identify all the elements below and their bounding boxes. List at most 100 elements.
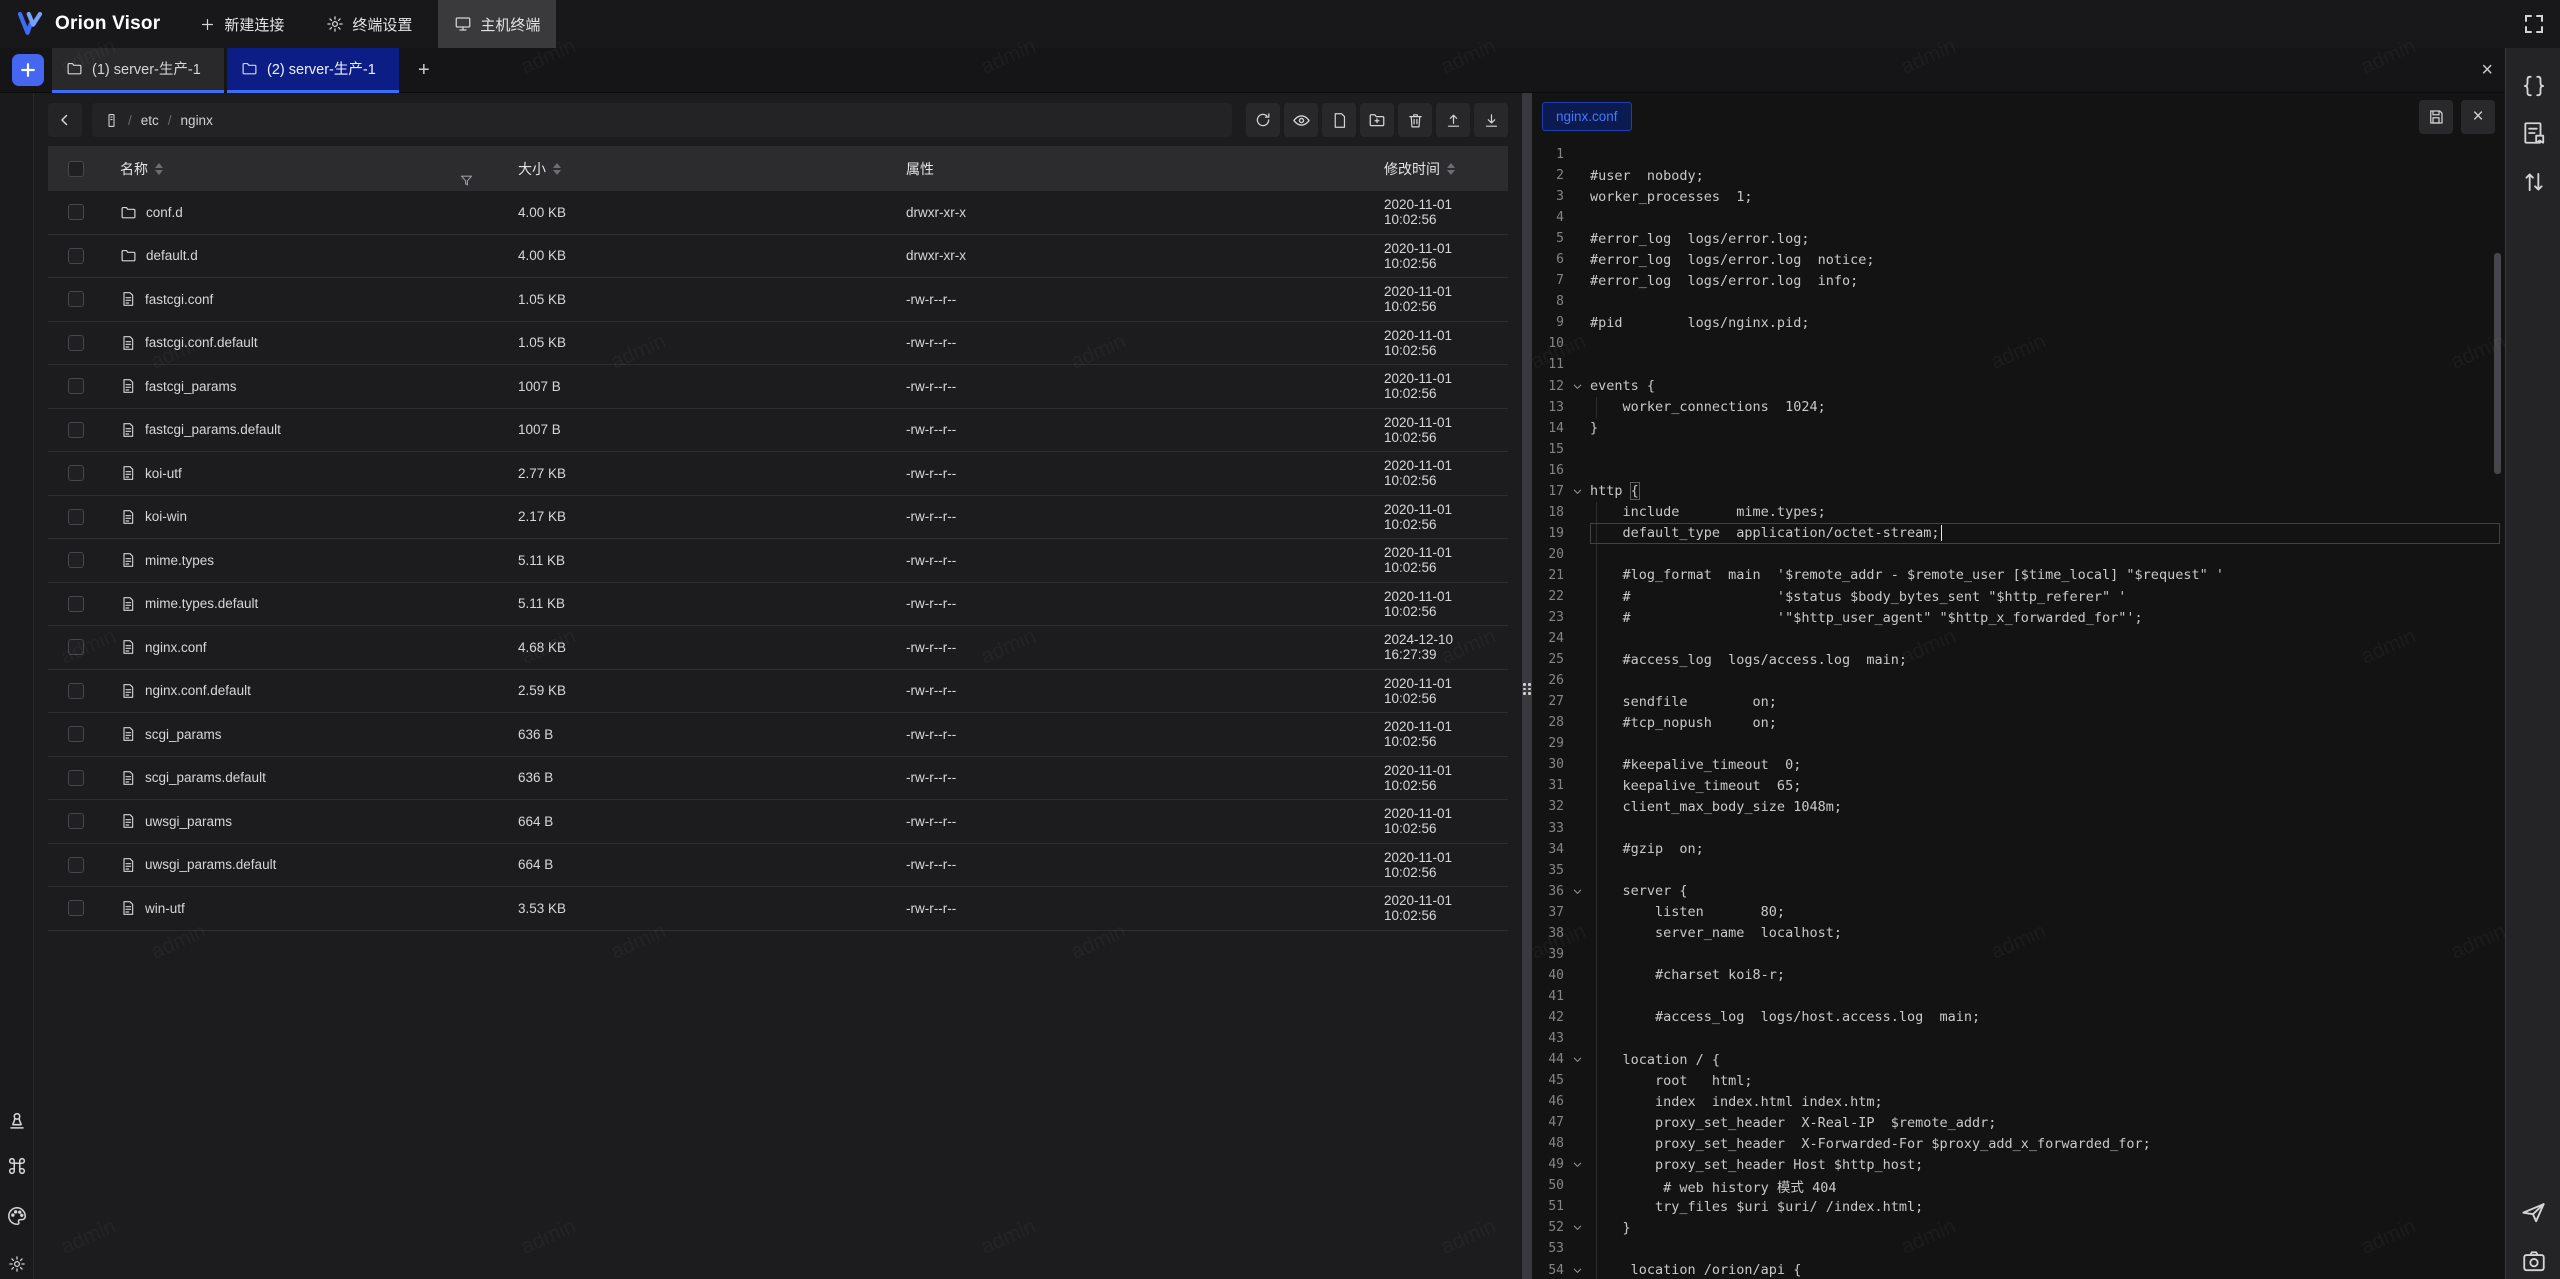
row-checkbox[interactable] <box>68 813 84 829</box>
code-line[interactable]: 15 <box>1532 439 2505 460</box>
fullscreen-icon[interactable] <box>2520 10 2548 38</box>
column-attrs[interactable]: 属性 <box>890 159 1368 179</box>
panel-splitter[interactable] <box>1522 93 1532 1279</box>
code-line[interactable]: 14} <box>1532 418 2505 439</box>
row-checkbox[interactable] <box>68 857 84 873</box>
fold-arrow-icon[interactable] <box>1564 1222 1590 1233</box>
table-row[interactable]: fastcgi.conf1.05 KB-rw-r--r--2020-11-01 … <box>48 278 1508 322</box>
table-row[interactable]: uwsgi_params.default664 B-rw-r--r--2020-… <box>48 844 1508 888</box>
row-checkbox[interactable] <box>68 770 84 786</box>
code-line[interactable]: 32 client_max_body_size 1048m; <box>1532 796 2505 817</box>
code-line[interactable]: 2#user nobody; <box>1532 165 2505 186</box>
menu-item-host-terminal[interactable]: 主机终端 <box>438 0 556 48</box>
table-row[interactable]: koi-win2.17 KB-rw-r--r--2020-11-01 10:02… <box>48 496 1508 540</box>
code-line[interactable]: 49 proxy_set_header Host $http_host; <box>1532 1154 2505 1175</box>
file-bookmark-icon[interactable] <box>2520 119 2547 146</box>
code-line[interactable]: 45 root html; <box>1532 1070 2505 1091</box>
code-line[interactable]: 1 <box>1532 144 2505 165</box>
gear-icon[interactable] <box>6 1253 28 1275</box>
code-line[interactable]: 9#pid logs/nginx.pid; <box>1532 312 2505 333</box>
code-line[interactable]: 42 #access_log logs/host.access.log main… <box>1532 1007 2505 1028</box>
fold-arrow-icon[interactable] <box>1564 486 1590 497</box>
file-name-cell[interactable]: mime.types.default <box>104 596 502 612</box>
fold-arrow-icon[interactable] <box>1564 1159 1590 1170</box>
file-name-cell[interactable]: nginx.conf <box>104 639 502 655</box>
code-line[interactable]: 44 location / { <box>1532 1049 2505 1070</box>
filter-icon[interactable] <box>459 173 474 188</box>
table-row[interactable]: fastcgi.conf.default1.05 KB-rw-r--r--202… <box>48 322 1508 366</box>
table-row[interactable]: uwsgi_params664 B-rw-r--r--2020-11-01 10… <box>48 800 1508 844</box>
column-size[interactable]: 大小 <box>502 159 890 179</box>
menu-item-terminal-settings[interactable]: 终端设置 <box>310 0 428 48</box>
code-line[interactable]: 18 include mime.types; <box>1532 502 2505 523</box>
row-checkbox[interactable] <box>68 726 84 742</box>
row-checkbox[interactable] <box>68 422 84 438</box>
breadcrumb[interactable]: /etc/nginx <box>92 103 1232 137</box>
delete-button[interactable] <box>1398 103 1432 137</box>
code-line[interactable]: 8 <box>1532 291 2505 312</box>
code-line[interactable]: 6#error_log logs/error.log notice; <box>1532 249 2505 270</box>
table-row[interactable]: nginx.conf.default2.59 KB-rw-r--r--2020-… <box>48 670 1508 714</box>
code-line[interactable]: 12events { <box>1532 376 2505 397</box>
add-tab-button[interactable]: + <box>402 59 446 82</box>
table-row[interactable]: nginx.conf4.68 KB-rw-r--r--2024-12-10 16… <box>48 626 1508 670</box>
fold-arrow-icon[interactable] <box>1564 1054 1590 1065</box>
file-name-cell[interactable]: fastcgi_params.default <box>104 422 502 438</box>
code-line[interactable]: 34 #gzip on; <box>1532 839 2505 860</box>
sort-updown-icon[interactable] <box>2520 168 2547 195</box>
terminal-tab-1[interactable]: (1) server-生产-1 <box>52 48 224 93</box>
row-checkbox[interactable] <box>68 248 84 264</box>
code-line[interactable]: 40 #charset koi8-r; <box>1532 965 2505 986</box>
breadcrumb-segment[interactable]: nginx <box>181 113 213 128</box>
file-name-cell[interactable]: uwsgi_params.default <box>104 857 502 873</box>
editor-scrollbar[interactable] <box>2494 253 2501 474</box>
code-line[interactable]: 17http { <box>1532 481 2505 502</box>
fold-arrow-icon[interactable] <box>1564 381 1590 392</box>
terminal-tab-2[interactable]: (2) server-生产-1 <box>227 48 399 93</box>
code-line[interactable]: 48 proxy_set_header X-Forwarded-For $pro… <box>1532 1133 2505 1154</box>
row-checkbox[interactable] <box>68 552 84 568</box>
breadcrumb-segment[interactable]: etc <box>141 113 159 128</box>
code-line[interactable]: 27 sendfile on; <box>1532 691 2505 712</box>
code-line[interactable]: 29 <box>1532 733 2505 754</box>
code-line[interactable]: 23 # '"$http_user_agent" "$http_x_forwar… <box>1532 607 2505 628</box>
file-name-cell[interactable]: conf.d <box>104 204 502 221</box>
column-mtime[interactable]: 修改时间 <box>1368 159 1508 179</box>
file-name-cell[interactable]: scgi_params <box>104 726 502 742</box>
row-checkbox[interactable] <box>68 596 84 612</box>
braces-icon[interactable] <box>2520 72 2547 99</box>
code-line[interactable]: 19 default_type application/octet-stream… <box>1532 523 2505 544</box>
new-folder-button[interactable] <box>1360 103 1394 137</box>
code-line[interactable]: 16 <box>1532 460 2505 481</box>
table-row[interactable]: default.d4.00 KBdrwxr-xr-x2020-11-01 10:… <box>48 235 1508 279</box>
palette-icon[interactable] <box>6 1205 28 1227</box>
code-line[interactable]: 7#error_log logs/error.log info; <box>1532 270 2505 291</box>
save-button[interactable] <box>2419 100 2453 134</box>
editor-close-icon[interactable]: × <box>2461 100 2495 134</box>
code-line[interactable]: 51 try_files $uri $uri/ /index.html; <box>1532 1196 2505 1217</box>
code-line[interactable]: 38 server_name localhost; <box>1532 923 2505 944</box>
menu-item-new-connection[interactable]: 新建连接 <box>183 0 300 48</box>
code-line[interactable]: 50 # web history 模式 404 <box>1532 1175 2505 1196</box>
code-line[interactable]: 30 #keepalive_timeout 0; <box>1532 754 2505 775</box>
sort-mtime-icon[interactable] <box>1447 163 1455 175</box>
upload-button[interactable] <box>1436 103 1470 137</box>
row-checkbox[interactable] <box>68 465 84 481</box>
table-row[interactable]: scgi_params636 B-rw-r--r--2020-11-01 10:… <box>48 713 1508 757</box>
file-name-cell[interactable]: fastcgi.conf.default <box>104 335 502 351</box>
code-line[interactable]: 47 proxy_set_header X-Real-IP $remote_ad… <box>1532 1112 2505 1133</box>
sort-name-icon[interactable] <box>155 163 163 175</box>
table-row[interactable]: mime.types.default5.11 KB-rw-r--r--2020-… <box>48 583 1508 627</box>
paper-plane-icon[interactable] <box>2520 1198 2547 1225</box>
table-row[interactable]: scgi_params.default636 B-rw-r--r--2020-1… <box>48 757 1508 801</box>
code-line[interactable]: 37 listen 80; <box>1532 902 2505 923</box>
code-line[interactable]: 28 #tcp_nopush on; <box>1532 712 2505 733</box>
code-line[interactable]: 54 location /orion/api { <box>1532 1259 2505 1279</box>
code-line[interactable]: 11 <box>1532 354 2505 375</box>
code-line[interactable]: 20 <box>1532 544 2505 565</box>
new-tab-blue-button[interactable] <box>12 54 44 86</box>
row-checkbox[interactable] <box>68 204 84 220</box>
row-checkbox[interactable] <box>68 335 84 351</box>
select-all-checkbox[interactable] <box>68 161 84 177</box>
code-line[interactable]: 53 <box>1532 1238 2505 1259</box>
